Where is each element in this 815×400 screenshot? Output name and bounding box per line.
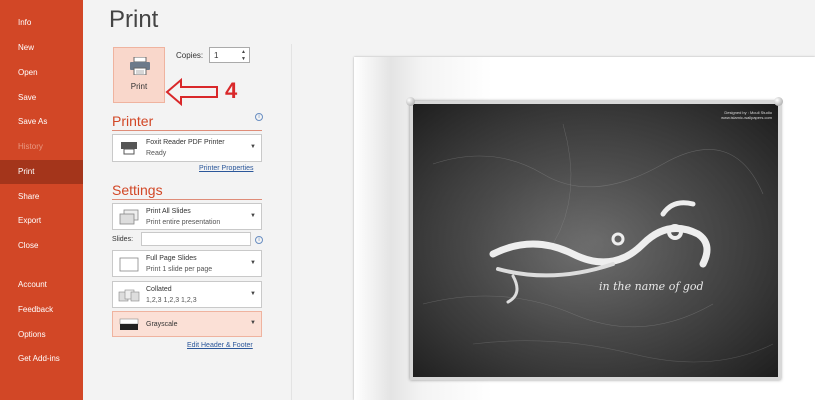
nav-info[interactable]: Info: [0, 11, 83, 35]
collated-pages-icon: [118, 289, 140, 302]
nav-account[interactable]: Account: [0, 273, 83, 297]
nav-close[interactable]: Close: [0, 234, 83, 258]
copies-up-arrow-icon[interactable]: ▲: [241, 49, 247, 55]
printer-status: Ready: [146, 150, 167, 157]
nav-history: History: [18, 142, 43, 151]
nav-open[interactable]: Open: [0, 61, 83, 85]
layout-sub: Print 1 slide per page: [146, 266, 213, 273]
nav-share[interactable]: Share: [0, 185, 83, 209]
pane-divider: [291, 44, 292, 400]
slides-input[interactable]: [141, 232, 251, 246]
copies-label: Copies:: [176, 51, 204, 60]
grayscale-icon: [119, 318, 139, 330]
collation-main: Collated: [146, 286, 172, 293]
slides-range-main: Print All Slides: [146, 208, 191, 215]
nav-new[interactable]: New: [0, 36, 83, 60]
calligraphy-icon: [413, 104, 778, 377]
slides-label: Slides:: [112, 236, 134, 243]
nav-print[interactable]: Print: [0, 160, 83, 184]
pin-icon: [774, 97, 783, 106]
collation-select[interactable]: Collated 1,2,3 1,2,3 1,2,3 ▼: [112, 281, 262, 308]
full-page-slide-icon: [119, 257, 139, 272]
nav-save-as[interactable]: Save As: [0, 110, 83, 134]
collation-sub: 1,2,3 1,2,3 1,2,3: [146, 297, 197, 304]
printer-select[interactable]: Foxit Reader PDF Printer Ready ▼: [112, 134, 262, 162]
printer-icon: [130, 57, 150, 75]
pin-icon: [406, 97, 415, 106]
nav-feedback[interactable]: Feedback: [0, 298, 83, 322]
printer-properties-link[interactable]: Printer Properties: [199, 165, 253, 172]
slide-preview-image: Designed by : Mouli Studio www.islamic-w…: [410, 101, 781, 380]
page-title: Print: [109, 6, 159, 33]
copies-input[interactable]: 1 ▲ ▼: [209, 47, 250, 63]
settings-section-title: Settings: [112, 182, 163, 198]
settings-section-rule: [112, 199, 262, 200]
chevron-down-icon: ▼: [250, 290, 256, 297]
print-pane: Print Print Copies: 1 ▲ ▼ 4 Printer i Fo…: [83, 0, 815, 400]
nav-get-add-ins[interactable]: Get Add-ins: [0, 347, 83, 371]
layout-select[interactable]: Full Page Slides Print 1 slide per page …: [112, 250, 262, 277]
print-button[interactable]: Print: [113, 47, 165, 103]
printer-small-icon: [121, 142, 137, 155]
nav-save[interactable]: Save: [0, 86, 83, 110]
edit-header-footer-link[interactable]: Edit Header & Footer: [187, 342, 253, 349]
color-select[interactable]: Grayscale ▼: [112, 311, 262, 337]
print-button-label: Print: [130, 82, 148, 91]
nav-options[interactable]: Options: [0, 323, 83, 347]
print-preview: Designed by : Mouli Studio www.islamic-w…: [354, 57, 815, 400]
layout-main: Full Page Slides: [146, 255, 197, 262]
printer-name: Foxit Reader PDF Printer: [146, 139, 225, 146]
printer-section-title: Printer: [112, 113, 154, 129]
credit-line-2: www.islamic-wallpapers.com: [721, 115, 772, 120]
slides-range-select[interactable]: Print All Slides Print entire presentati…: [112, 203, 262, 230]
copies-down-arrow-icon[interactable]: ▼: [241, 56, 247, 62]
printer-info-icon[interactable]: i: [255, 113, 263, 121]
chevron-down-icon: ▼: [250, 320, 256, 326]
color-main: Grayscale: [146, 321, 178, 328]
printer-section-rule: [112, 130, 262, 131]
chevron-down-icon: ▼: [250, 259, 256, 266]
chevron-down-icon: ▼: [250, 212, 256, 219]
callout-number: 4: [225, 78, 238, 103]
backstage-sidebar: Info New Open Save Save As History Print…: [0, 0, 83, 400]
callout-arrow-icon: 4: [165, 77, 238, 107]
slide-credit: Designed by : Mouli Studio www.islamic-w…: [721, 110, 772, 120]
copies-value: 1: [214, 51, 219, 60]
slides-range-sub: Print entire presentation: [146, 219, 221, 226]
chevron-down-icon: ▼: [250, 144, 256, 150]
slides-info-icon[interactable]: i: [255, 236, 263, 244]
slide-caption: in the name of god: [599, 280, 704, 293]
nav-export[interactable]: Export: [0, 209, 83, 233]
slides-stack-icon: [119, 209, 139, 225]
